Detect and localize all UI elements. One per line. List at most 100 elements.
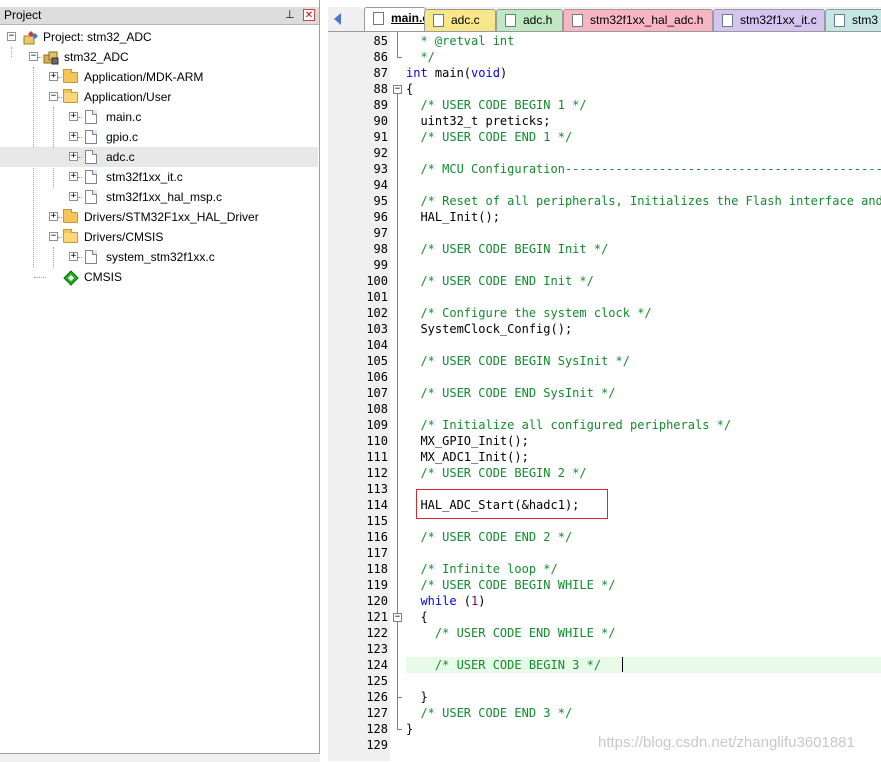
code-token: /* MCU Configuration--------------------… <box>420 162 881 176</box>
code-line[interactable]: 118 /* Infinite loop */ <box>328 561 881 577</box>
line-number: 99 <box>373 258 388 272</box>
code-line[interactable]: 88 { <box>328 81 881 97</box>
code-line[interactable]: 108 <box>328 401 881 417</box>
code-line[interactable]: 110 MX_GPIO_Init(); <box>328 433 881 449</box>
expand-icon[interactable]: + <box>69 252 78 261</box>
tree-item[interactable]: + stm32f1xx_it.c <box>0 167 203 187</box>
code-line[interactable]: 104 <box>328 337 881 353</box>
code-line[interactable]: 90 uint32_t preticks; <box>328 113 881 129</box>
code-line[interactable]: 109 /* Initialize all configured periphe… <box>328 417 881 433</box>
tree-item-label: Application/User <box>84 90 172 104</box>
code-line[interactable]: 124 /* USER CODE BEGIN 3 */ <box>328 657 881 673</box>
line-number: 117 <box>366 546 388 560</box>
line-number: 102 <box>366 306 388 320</box>
code-line[interactable]: 100 /* USER CODE END Init */ <box>328 273 881 289</box>
code-token: /* USER CODE END 1 */ <box>406 130 573 144</box>
code-line[interactable]: 85 * @retval int <box>328 33 881 49</box>
code-line[interactable]: 107 /* USER CODE END SysInit */ <box>328 385 881 401</box>
code-line[interactable]: 106 <box>328 369 881 385</box>
tab-main-c[interactable]: main.c* <box>364 7 434 31</box>
expand-icon[interactable]: + <box>49 72 58 81</box>
code-token: ( <box>456 594 472 608</box>
line-number: 103 <box>366 322 388 336</box>
code-line[interactable]: 98 /* USER CODE BEGIN Init */ <box>328 241 881 257</box>
expand-icon[interactable]: + <box>69 112 78 121</box>
code-line[interactable]: 112 /* USER CODE BEGIN 2 */ <box>328 465 881 481</box>
tree-connector <box>78 157 82 158</box>
tree-item[interactable]: − Drivers/CMSIS <box>0 227 174 247</box>
code-line[interactable]: 102 /* Configure the system clock */ <box>328 305 881 321</box>
fold-collapse-icon[interactable]: − <box>393 613 402 622</box>
tree-connector <box>34 277 46 278</box>
code-token: * @retval int <box>406 34 515 48</box>
code-line[interactable]: 122 /* USER CODE END WHILE */ <box>328 625 881 641</box>
tree-item[interactable]: + adc.c <box>0 147 318 167</box>
tab-stm32f1xx-hal-adc-h[interactable]: stm32f1xx_hal_adc.h <box>563 9 713 31</box>
code-line[interactable]: 123 <box>328 641 881 657</box>
tree-item[interactable]: + gpio.c <box>0 127 147 147</box>
tab-label: adc.h <box>523 13 553 27</box>
tree-item[interactable]: + Drivers/STM32F1xx_HAL_Driver <box>0 207 279 227</box>
folder-icon <box>63 69 78 83</box>
collapse-icon[interactable]: − <box>49 92 58 101</box>
code-line[interactable]: 95 /* Reset of all peripherals, Initiali… <box>328 193 881 209</box>
expand-icon[interactable]: + <box>69 132 78 141</box>
expand-icon[interactable]: + <box>49 212 58 221</box>
fold-collapse-icon[interactable]: − <box>393 85 402 94</box>
tree-item[interactable]: + Application/MDK-ARM <box>0 67 216 87</box>
tree-item[interactable]: − Application/User <box>0 87 195 107</box>
tree-item[interactable]: + main.c <box>0 107 147 127</box>
file-icon <box>85 150 97 164</box>
close-icon[interactable]: ✕ <box>303 9 315 21</box>
tree-item[interactable]: − Project: stm32_ADC <box>0 27 168 47</box>
pin-icon[interactable]: ⊥ <box>285 7 295 24</box>
code-line[interactable]: 127 /* USER CODE END 3 */ <box>328 705 881 721</box>
tab-stm32f1xx-it-c[interactable]: stm32f1xx_it.c <box>713 9 825 31</box>
tab-stm3[interactable]: stm3 <box>825 9 881 31</box>
code-line[interactable]: 119 /* USER CODE BEGIN WHILE */ <box>328 577 881 593</box>
code-line[interactable]: 111 MX_ADC1_Init(); <box>328 449 881 465</box>
collapse-icon[interactable]: − <box>49 232 58 241</box>
code-line[interactable]: 120 while (1) <box>328 593 881 609</box>
code-line[interactable]: 126 } <box>328 689 881 705</box>
code-line[interactable]: 117 <box>328 545 881 561</box>
tree-item[interactable]: + system_stm32f1xx.c <box>0 247 231 267</box>
code-line[interactable]: 91 /* USER CODE END 1 */ <box>328 129 881 145</box>
code-line[interactable]: 96 HAL_Init(); <box>328 209 881 225</box>
code-line[interactable]: 86 */ <box>328 49 881 65</box>
tree-item[interactable]: CMSIS <box>0 267 122 287</box>
tree-connector <box>78 117 82 118</box>
code-line[interactable]: 92 <box>328 145 881 161</box>
code-token: /* USER CODE BEGIN 1 */ <box>406 98 587 112</box>
collapse-icon[interactable]: − <box>29 52 38 61</box>
code-token: /* USER CODE BEGIN Init */ <box>406 242 609 256</box>
code-line[interactable]: 105 /* USER CODE BEGIN SysInit */ <box>328 353 881 369</box>
code-line[interactable]: 93 /* MCU Configuration-----------------… <box>328 161 881 177</box>
tree-item[interactable]: + stm32f1xx_hal_msp.c <box>0 187 238 207</box>
tab-scroll-left-icon[interactable] <box>334 13 341 25</box>
code-line[interactable]: 97 <box>328 225 881 241</box>
tab-adc-h[interactable]: adc.h <box>496 9 563 31</box>
file-icon <box>834 14 845 27</box>
line-number: 107 <box>366 386 388 400</box>
code-line[interactable]: 121 { <box>328 609 881 625</box>
expand-icon[interactable]: + <box>69 192 78 201</box>
code-line[interactable]: 101 <box>328 289 881 305</box>
code-line[interactable]: 103 SystemClock_Config(); <box>328 321 881 337</box>
tree-item[interactable]: − stm32_ADC <box>0 47 129 67</box>
code-line[interactable]: 116 /* USER CODE END 2 */ <box>328 529 881 545</box>
code-line[interactable]: 94 <box>328 177 881 193</box>
collapse-icon[interactable]: − <box>7 32 16 41</box>
expand-icon[interactable]: + <box>69 172 78 181</box>
fold-guide <box>397 94 398 729</box>
code-line[interactable]: 125 <box>328 673 881 689</box>
tree-connector <box>78 197 82 198</box>
code-line[interactable]: 89 /* USER CODE BEGIN 1 */ <box>328 97 881 113</box>
code-line[interactable]: 87 int main(void) <box>328 65 881 81</box>
tab-adc-c[interactable]: adc.c <box>424 9 496 31</box>
code-editor[interactable]: 85 * @retval int 86 */87 int main(void) 88{… <box>328 32 881 761</box>
expand-icon[interactable]: + <box>69 152 78 161</box>
code-line[interactable]: 99 <box>328 257 881 273</box>
folder-icon <box>63 209 78 223</box>
code-text: /* USER CODE END WHILE */ <box>406 625 881 641</box>
